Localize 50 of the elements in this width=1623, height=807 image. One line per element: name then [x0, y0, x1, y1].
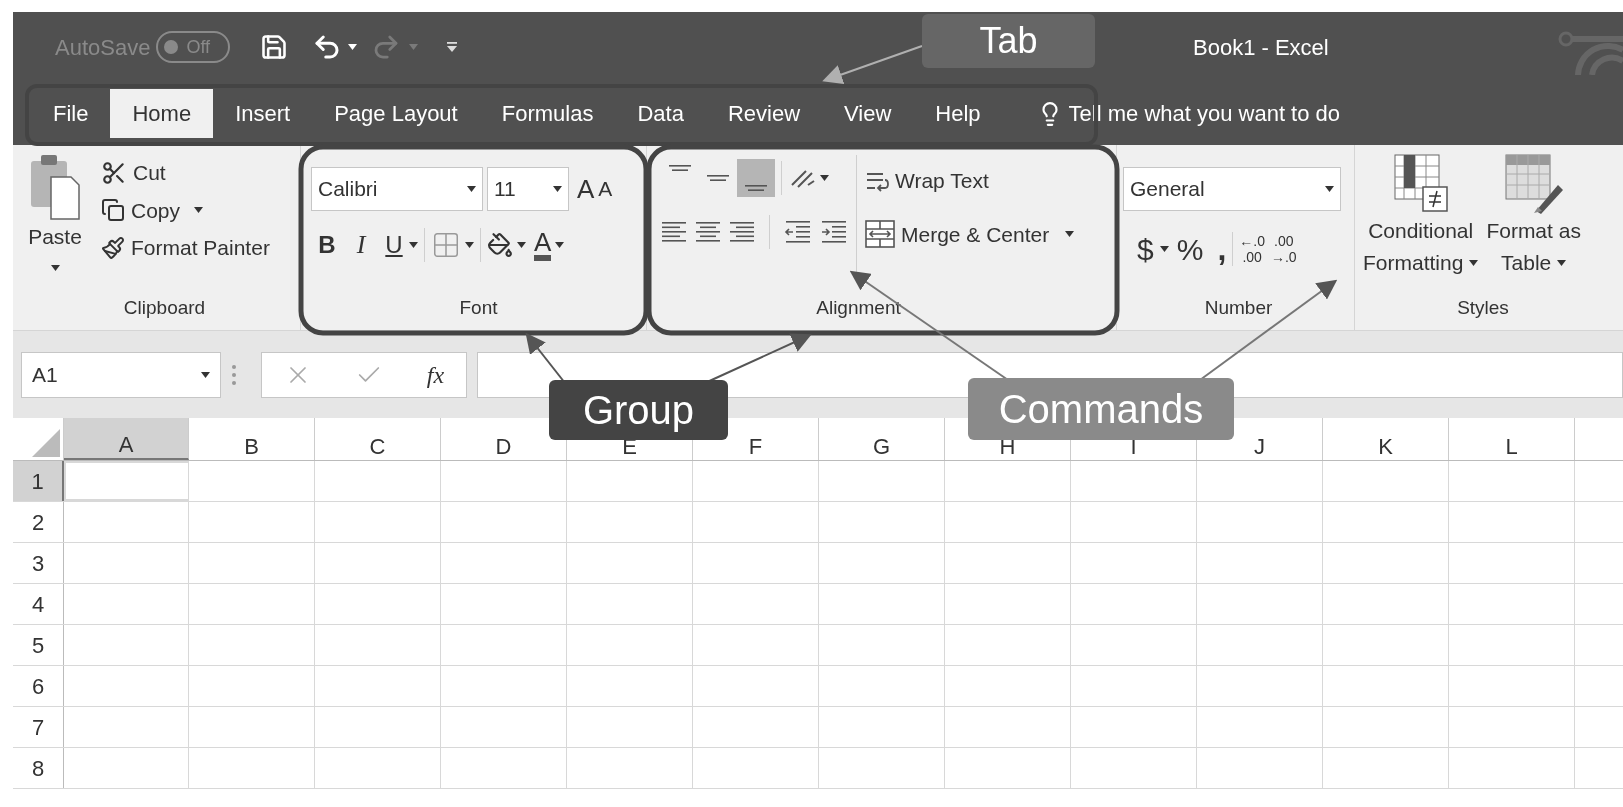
row-header[interactable]: 1: [13, 461, 64, 501]
callout-tooltip: Tab: [922, 14, 1095, 68]
ribbon-tab[interactable]: File: [31, 89, 111, 138]
cut-button[interactable]: Cut: [101, 157, 270, 189]
bold-button[interactable]: B: [311, 226, 343, 263]
font-size-dropdown[interactable]: 11: [487, 167, 569, 211]
ribbon-tab[interactable]: Review: [705, 89, 823, 138]
format-as-table-button[interactable]: Format as Table: [1486, 153, 1581, 279]
ribbon-tab[interactable]: Data: [615, 89, 706, 138]
grow-font-button[interactable]: A: [577, 169, 595, 209]
number-format-dropdown[interactable]: General: [1123, 167, 1341, 211]
format-painter-button[interactable]: Format Painter: [101, 232, 270, 264]
merge-center-button[interactable]: Merge & Center: [865, 218, 1075, 250]
italic-button[interactable]: I: [343, 225, 379, 264]
group-label: Alignment: [815, 296, 902, 320]
window-title: Book1 - Excel: [1193, 33, 1329, 62]
column-header[interactable]: A: [64, 418, 189, 460]
copy-button[interactable]: Copy: [101, 194, 270, 226]
column-header[interactable]: L: [1449, 418, 1575, 460]
ribbon-tab[interactable]: Home: [110, 89, 214, 138]
comma-button[interactable]: ,: [1217, 225, 1227, 273]
group-label: Styles: [1456, 296, 1510, 320]
paste-button[interactable]: Paste: [21, 153, 89, 294]
ribbon-tab[interactable]: Formulas: [479, 89, 616, 138]
column-header[interactable]: C: [315, 418, 441, 460]
group-label: Font: [458, 296, 499, 320]
column-header[interactable]: K: [1323, 418, 1449, 460]
insert-function-button[interactable]: fx: [426, 356, 445, 393]
wrap-text-button[interactable]: Wrap Text: [865, 165, 1075, 197]
increase-decimal-button[interactable]: ←.0 .00: [1239, 233, 1265, 265]
shrink-font-button[interactable]: A: [598, 173, 613, 205]
autosave-label: AutoSave: [55, 33, 151, 62]
ribbon-tab[interactable]: View: [822, 89, 914, 138]
currency-button[interactable]: $: [1137, 226, 1154, 272]
group-label: Clipboard: [122, 296, 207, 320]
font-name-dropdown[interactable]: Calibri: [311, 167, 483, 211]
column-header[interactable]: B: [189, 418, 315, 460]
callout-tooltip: Commands: [968, 378, 1234, 440]
conditional-formatting-button[interactable]: Conditional Formatting: [1363, 153, 1479, 279]
ribbon-tab[interactable]: Insert: [213, 89, 313, 138]
callout-tooltip: Group: [549, 380, 728, 440]
group-label: Number: [1203, 296, 1274, 320]
ribbon-tab[interactable]: Help: [913, 89, 1003, 138]
underline-button[interactable]: U: [379, 226, 409, 263]
column-header[interactable]: G: [819, 418, 945, 460]
name-box[interactable]: A1: [21, 351, 221, 398]
decrease-decimal-button[interactable]: .00 →.0: [1270, 233, 1297, 265]
ribbon-tab[interactable]: Page Layout: [312, 89, 480, 138]
font-color-button[interactable]: A: [534, 228, 552, 261]
percent-button[interactable]: %: [1176, 226, 1204, 272]
